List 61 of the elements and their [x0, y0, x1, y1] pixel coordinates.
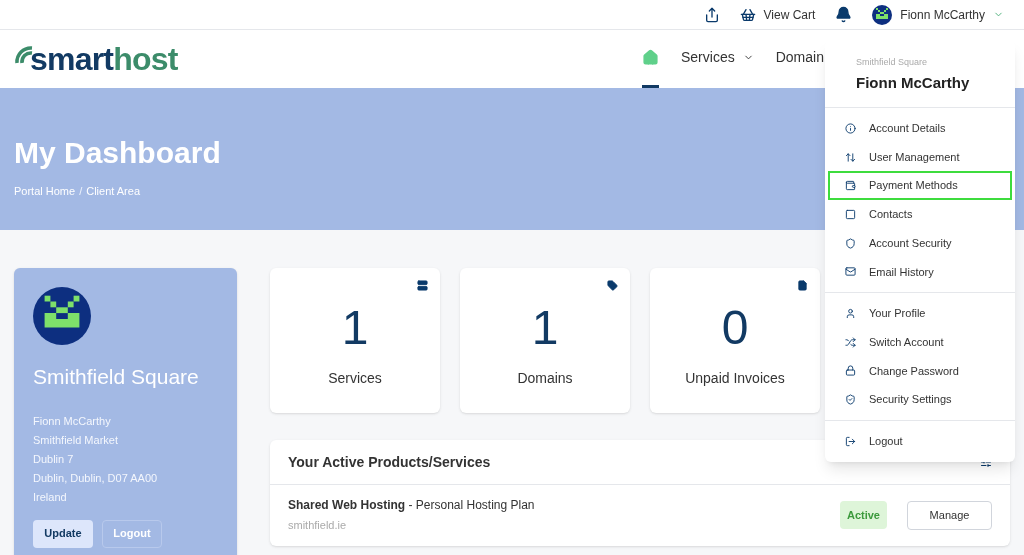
company-name: Smithfield Square	[33, 364, 200, 390]
avatar-icon	[872, 4, 893, 25]
home-icon	[642, 49, 659, 66]
company-name: Smithfield Square	[856, 56, 929, 69]
view-cart-link[interactable]: View Cart	[763, 5, 816, 24]
menu-item[interactable]: Payment Methods	[828, 171, 1012, 201]
shield-icon	[845, 237, 856, 249]
nav-link[interactable]: Domain	[775, 30, 824, 88]
stat-value: 1	[341, 304, 369, 352]
breadcrumb-separator: /	[79, 184, 83, 199]
stat-value: 0	[721, 304, 749, 352]
user-name: Fionn McCarthy	[856, 72, 971, 93]
address-line: Dublin, Dublin, D07 AA00	[33, 470, 159, 486]
server-icon	[417, 280, 428, 291]
arrows-icon	[845, 151, 856, 163]
address-line: Fionn McCarthy	[33, 413, 112, 429]
basket-icon[interactable]	[739, 6, 756, 23]
update-button[interactable]: Update	[33, 519, 93, 548]
menu-item[interactable]: Email History	[828, 257, 1012, 287]
file-icon	[797, 280, 808, 291]
stat-value: 1	[531, 304, 559, 352]
address-line: Ireland	[33, 489, 68, 505]
menu-item[interactable]: Logout	[828, 426, 1012, 456]
logo-text[interactable]: smarthost	[30, 43, 178, 75]
menu-item[interactable]: Contacts	[828, 200, 1012, 229]
stat-label: Domains	[517, 369, 573, 388]
envelope-icon	[845, 266, 856, 278]
menu-item[interactable]: Switch Account	[828, 327, 1012, 357]
manage-button[interactable]: Manage	[907, 500, 992, 530]
share-icon[interactable]	[703, 6, 720, 23]
product-domain: smithfield.ie	[288, 518, 348, 534]
stat-card[interactable]: 1 Domains	[460, 268, 630, 413]
status-badge: Active	[839, 500, 887, 530]
menu-item[interactable]: Account Security	[828, 228, 1012, 258]
product-name: Shared Web Hosting - Personal Hosting Plan	[288, 497, 535, 515]
user-icon	[845, 307, 856, 319]
stat-label: Services	[328, 369, 382, 388]
menu-item[interactable]: Your Profile	[828, 299, 1012, 328]
wallet-icon	[845, 180, 856, 192]
tag-icon	[607, 280, 618, 291]
shield-icon	[845, 394, 856, 406]
info-icon	[845, 122, 856, 134]
nav-link[interactable]: Services	[681, 30, 754, 88]
stat-card[interactable]: 1 Services	[270, 268, 440, 413]
menu-item[interactable]: User Management	[828, 142, 1012, 172]
address-line: Smithfield Market	[33, 432, 119, 448]
stat-card[interactable]: 0 Unpaid Invoices	[650, 268, 820, 413]
lock-icon	[845, 365, 856, 377]
menu-item[interactable]: Change Password	[828, 356, 1012, 386]
page-title: My Dashboard	[14, 135, 221, 171]
shuffle-icon	[845, 336, 856, 348]
panel-title: Your Active Products/Services	[288, 452, 491, 472]
avatar-icon	[33, 287, 91, 345]
menu-item[interactable]: Account Details	[828, 114, 1012, 143]
user-menu-link[interactable]: Fionn McCarthy	[900, 5, 985, 24]
bell-icon[interactable]	[835, 6, 853, 23]
address-line: Dublin 7	[33, 451, 75, 467]
logout-icon	[845, 435, 856, 447]
menu-item[interactable]: Security Settings	[828, 385, 1012, 414]
square-icon	[845, 208, 856, 220]
stat-label: Unpaid Invoices	[685, 369, 785, 388]
